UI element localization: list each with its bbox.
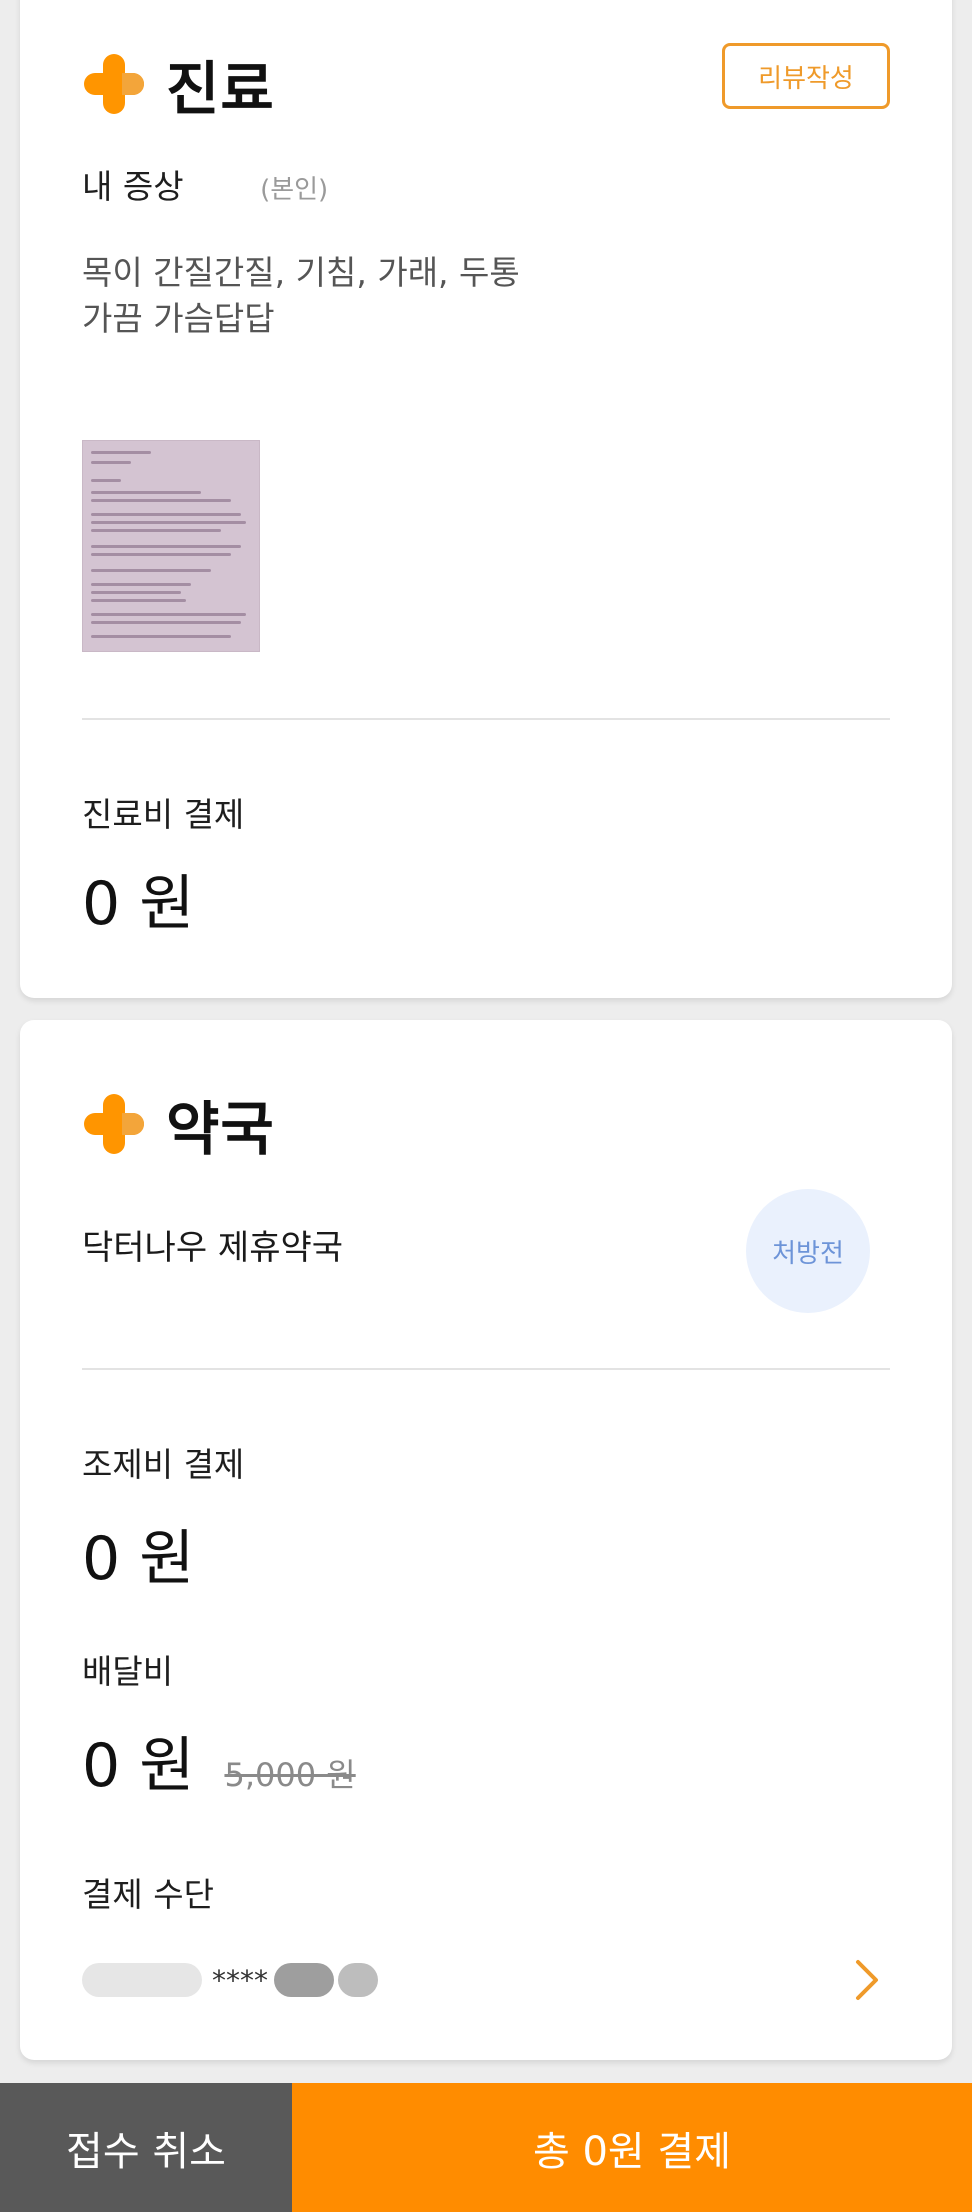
symptoms-line: 목이 간질간질, 기침, 가래, 두통 [82, 253, 520, 292]
total-pay-button[interactable]: 총 0원 결제 [292, 2083, 972, 2212]
medical-cross-icon [82, 52, 146, 116]
prep-fee-value: 0 원 [82, 1524, 195, 1594]
write-review-button[interactable]: 리뷰작성 [722, 43, 890, 109]
patient-relation: (본인) [260, 175, 329, 205]
chevron-right-icon[interactable] [842, 1956, 890, 2004]
prescription-status-badge: 처방전 [746, 1189, 870, 1313]
medical-cross-icon [82, 1092, 146, 1156]
clinic-title-row: 진료 [82, 42, 275, 126]
delivery-fee-amount: 0 원 5,000 원 [82, 1717, 356, 1804]
delivery-fee-value: 0 원 [82, 1731, 195, 1801]
clinic-card: 진료 리뷰작성 내 증상 (본인) 목이 간질간질, 기침, 가래, 두통 가끔… [20, 0, 952, 998]
prep-fee-amount: 0 원 [82, 1510, 194, 1597]
divider [82, 718, 890, 720]
payment-method-row[interactable]: **** [82, 1950, 890, 2010]
clinic-fee-label: 진료비 결제 [82, 795, 245, 834]
symptoms-text: 목이 간질간질, 기침, 가래, 두통 가끔 가슴답답 [82, 250, 520, 342]
symptoms-line: 가끔 가슴답답 [82, 299, 275, 338]
attached-image-thumbnail[interactable] [82, 440, 260, 652]
card-digits-redacted [274, 1963, 334, 1997]
pharmacy-name: 닥터나우 제휴약국 [82, 1228, 344, 1268]
card-digits-redacted [338, 1963, 378, 1997]
clinic-fee-amount: 0 원 [82, 855, 194, 942]
pharmacy-title: 약국 [166, 1095, 275, 1163]
clinic-fee-value: 0 원 [82, 869, 195, 939]
clinic-title: 진료 [166, 55, 275, 123]
symptoms-heading: 내 증상 (본인) [82, 160, 328, 208]
delivery-fee-label: 배달비 [82, 1652, 174, 1691]
cancel-reception-button[interactable]: 접수 취소 [0, 2083, 292, 2212]
pharmacy-card: 약국 닥터나우 제휴약국 처방전 조제비 결제 0 원 배달비 0 원 5,00… [20, 1020, 952, 2060]
divider [82, 1368, 890, 1370]
card-number-masked: **** [212, 1963, 268, 1997]
payment-method-label: 결제 수단 [82, 1875, 214, 1914]
pharmacy-title-row: 약국 [82, 1082, 275, 1166]
prep-fee-label: 조제비 결제 [82, 1445, 245, 1484]
symptoms-label: 내 증상 [82, 167, 184, 206]
delivery-original-price: 5,000 원 [224, 1756, 356, 1794]
card-name-redacted [82, 1963, 202, 1997]
bottom-action-bar: 접수 취소 총 0원 결제 [0, 2083, 972, 2212]
